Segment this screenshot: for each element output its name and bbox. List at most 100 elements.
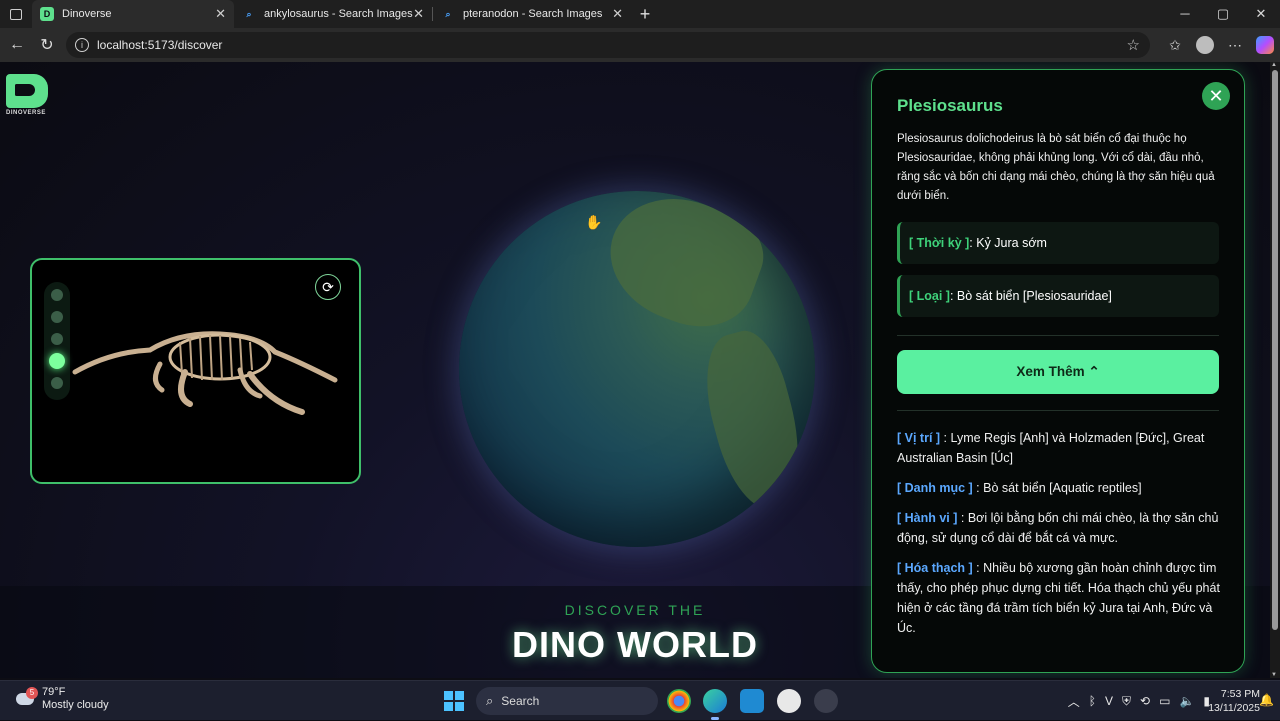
tab-actions-icon[interactable] [0,0,32,28]
globe-landmass [692,323,815,519]
logo-wordmark: DINOVERSE [6,110,46,116]
dinoverse-logo[interactable]: DINOVERSE [6,74,50,116]
weather-desc: Mostly cloudy [42,699,109,711]
type-value: : Bò sát biển [Plesiosauridae] [949,289,1112,303]
close-tab-icon[interactable]: ✕ [413,6,424,22]
model-dot[interactable] [51,377,63,389]
url-text: localhost:5173/discover [97,38,223,52]
model-dot[interactable] [51,311,63,323]
reload-icon[interactable]: ↻ [32,35,62,55]
weather-badge: 5 [26,687,38,699]
close-panel-icon[interactable]: ✕ [1202,82,1230,110]
search-label: Search [501,694,540,708]
tab-title: Dinoverse [62,8,112,20]
copilot-icon[interactable] [1256,36,1274,54]
grab-cursor-icon: ✋ [585,214,603,230]
weather-temp: 79°F [42,686,66,698]
tray-overflow-icon[interactable]: ︿ [1068,693,1080,710]
scroll-up-icon[interactable]: ▲ [1271,62,1277,68]
fossil-3d-viewer[interactable]: ⟳ [30,258,361,484]
discover-page: DINOVERSE ✋ ⟳ DISCOVER THE DINO WORLD ✕ … [0,62,1270,678]
species-info-panel: ✕ Plesiosaurus Plesiosaurus dolichodeiru… [871,69,1245,673]
species-name: Plesiosaurus [897,96,1003,115]
display-icon[interactable]: ▭ [1159,694,1170,708]
new-tab-button[interactable]: + [631,4,659,25]
favorites-icon[interactable]: ✩ [1166,37,1184,54]
profile-avatar-icon[interactable] [1196,36,1214,54]
detail-fossil: [ Hóa thạch ] : Nhiều bộ xương gần hoàn … [897,558,1222,638]
more-menu-icon[interactable]: ⋯ [1226,37,1244,54]
windows-start-icon[interactable] [444,691,464,711]
see-more-button[interactable]: Xem Thêm ⌃ [897,350,1219,394]
model-dot[interactable] [51,333,63,345]
scrollbar-thumb[interactable] [1272,70,1278,630]
minimize-icon[interactable]: ─ [1166,0,1204,28]
browser-toolbar: ← ↻ i localhost:5173/discover ☆ ✩ ⋯ [0,28,1280,62]
maximize-icon[interactable]: ▢ [1204,0,1242,28]
app-icon[interactable] [777,689,801,713]
windows-taskbar: 5 79°F Mostly cloudy ⌕ Search ︿ ᛒ V ⛨ ⟲ … [0,680,1280,720]
period-value: : Kỷ Jura sớm [969,236,1047,250]
earth-globe[interactable] [459,191,815,547]
tab-pteranodon[interactable]: ⌕ pteranodon - Search Images ✕ [433,0,631,28]
period-chip: [ Thời kỳ ] : Kỷ Jura sớm [897,222,1219,264]
tab-title: ankylosaurus - Search Images [264,8,413,20]
detail-category: [ Danh mục ] : Bò sát biển [Aquatic rept… [897,478,1222,498]
page-scrollbar[interactable]: ▲ ▼ [1270,62,1280,678]
tab-dinoverse[interactable]: D Dinoverse ✕ [32,0,234,28]
clock-date: 13/11/2025 [1208,702,1260,714]
detail-label: [ Hành vi ] [897,511,958,525]
plesiosaurus-skeleton-model[interactable] [70,312,340,422]
scroll-down-icon[interactable]: ▼ [1271,672,1277,678]
system-tray: ︿ ᛒ V ⛨ ⟲ ▭ 🔈 ▮ [1068,681,1210,721]
system-clock[interactable]: 7:53 PM 13/11/2025 [1208,687,1260,715]
weather-widget[interactable]: 5 79°F Mostly cloudy [14,686,109,712]
app-icon[interactable] [814,689,838,713]
sync-icon[interactable]: ⟲ [1140,694,1150,708]
taskbar-search[interactable]: ⌕ Search [476,687,658,715]
vscode-app-icon[interactable] [740,689,764,713]
window-controls: ─ ▢ ✕ [1166,0,1280,28]
tab-ankylosaurus[interactable]: ⌕ ankylosaurus - Search Images ✕ [234,0,432,28]
site-info-icon[interactable]: i [75,38,89,52]
edge-app-icon[interactable] [703,689,727,720]
model-dot-active[interactable] [49,353,65,369]
detail-value: : Bò sát biển [Aquatic reptiles] [972,481,1142,495]
detail-label: [ Vị trí ] [897,431,941,445]
divider [897,410,1219,411]
bluetooth-icon[interactable]: ᛒ [1089,694,1096,708]
detail-behavior: [ Hành vi ] : Bơi lội bằng bốn chi mái c… [897,508,1222,548]
app-tray-icon[interactable]: V [1105,694,1113,708]
clock-time: 7:53 PM [1220,688,1260,700]
close-window-icon[interactable]: ✕ [1242,0,1280,28]
detail-label: [ Hóa thạch ] [897,561,973,575]
dinoverse-favicon-icon: D [40,7,54,21]
defender-icon[interactable]: ⛨ [1122,694,1131,709]
type-label: [ Loại ] [909,289,950,303]
search-icon: ⌕ [486,693,494,708]
search-icon: ⌕ [246,8,252,19]
notification-bell-icon[interactable]: 🔔 [1259,693,1274,707]
dinoverse-logo-mark-icon [6,74,48,108]
close-tab-icon[interactable]: ✕ [215,6,226,22]
model-dot[interactable] [51,289,63,301]
close-tab-icon[interactable]: ✕ [612,6,623,22]
tab-title: pteranodon - Search Images [463,8,603,20]
volume-icon[interactable]: 🔈 [1179,694,1194,708]
divider [897,335,1219,336]
cloudy-weather-icon: 5 [14,687,38,711]
type-chip: [ Loại ] : Bò sát biển [Plesiosauridae] [897,275,1219,317]
favorite-star-icon[interactable]: ☆ [1127,36,1140,54]
search-icon: ⌕ [445,8,451,19]
browser-tab-bar: D Dinoverse ✕ ⌕ ankylosaurus - Search Im… [0,0,1280,28]
chrome-app-icon[interactable] [667,689,691,713]
model-selector [44,282,70,400]
globe-landmass [593,191,775,344]
rotate-refresh-icon[interactable]: ⟳ [315,274,341,300]
back-icon[interactable]: ← [2,36,32,54]
detail-value: : Lyme Regis [Anh] và Holzmaden [Đức], G… [897,431,1205,465]
address-bar[interactable]: i localhost:5173/discover ☆ [66,32,1150,58]
period-label: [ Thời kỳ ] [909,236,970,250]
detail-label: [ Danh mục ] [897,481,973,495]
species-description: Plesiosaurus dolichodeirus là bò sát biể… [897,133,1215,202]
